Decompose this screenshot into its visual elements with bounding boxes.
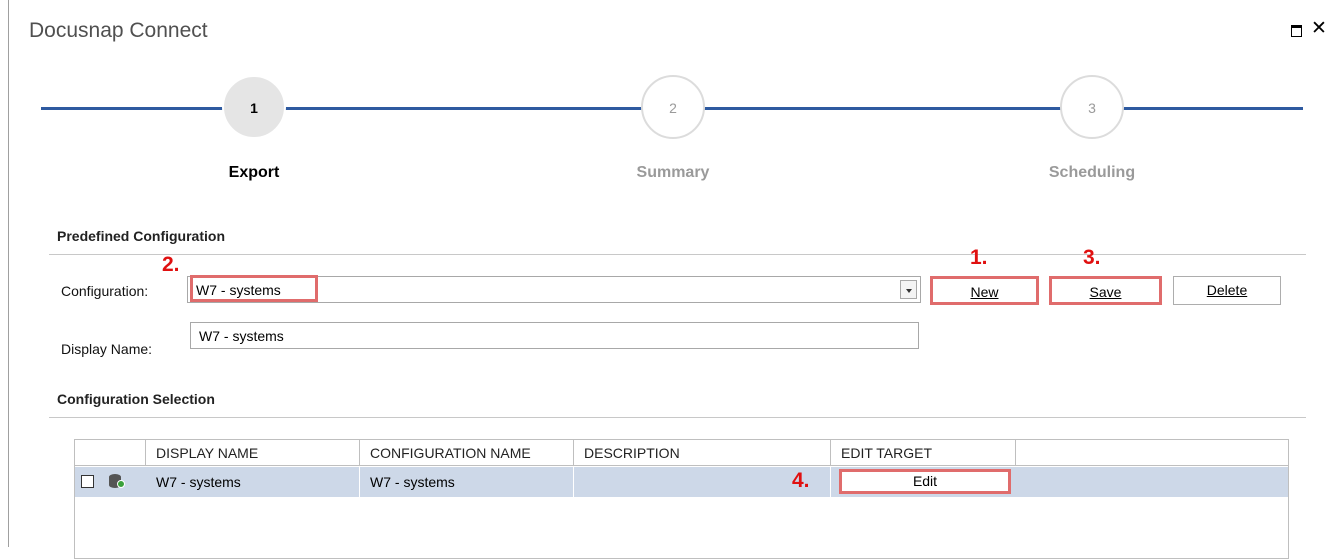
- display-name-label: Display Name:: [61, 341, 153, 357]
- column-header-edit-target[interactable]: EDIT TARGET: [831, 440, 1016, 466]
- row-checkbox[interactable]: [81, 475, 94, 488]
- predefined-configuration-heading: Predefined Configuration: [57, 228, 225, 244]
- save-button[interactable]: Save: [1049, 276, 1162, 305]
- step-3-label: Scheduling: [1048, 164, 1136, 181]
- column-header-configuration-name[interactable]: CONFIGURATION NAME: [360, 440, 574, 466]
- table-row[interactable]: W7 - systems W7 - systems Edit: [75, 467, 1288, 497]
- step-1-circle[interactable]: 1: [222, 75, 286, 139]
- new-button[interactable]: New: [930, 276, 1039, 305]
- column-header-filler: [1016, 440, 1288, 466]
- step-1-label: Export: [228, 164, 280, 181]
- step-2-circle[interactable]: 2: [641, 75, 705, 139]
- annotation-1: 1.: [970, 246, 988, 269]
- docusnap-connect-window: Docusnap Connect ✕ 1 2 3 Export Summary …: [8, 0, 1341, 559]
- column-header-display-name[interactable]: DISPLAY NAME: [146, 440, 360, 466]
- annotation-4: 4.: [792, 469, 810, 492]
- configuration-label: Configuration:: [61, 283, 149, 299]
- configuration-highlight: [190, 275, 318, 302]
- configuration-combobox[interactable]: W7 - systems: [187, 275, 921, 303]
- step-2-label: Summary: [636, 164, 710, 181]
- cell-configuration-name: W7 - systems: [360, 467, 574, 497]
- configuration-grid: DISPLAY NAME CONFIGURATION NAME DESCRIPT…: [74, 439, 1289, 559]
- chevron-down-icon[interactable]: [900, 280, 917, 299]
- annotation-3: 3.: [1083, 246, 1101, 269]
- annotation-2: 2.: [162, 253, 180, 276]
- section-divider: [49, 417, 1306, 418]
- section-divider: [49, 254, 1306, 255]
- delete-button[interactable]: Delete: [1173, 276, 1281, 305]
- display-name-field[interactable]: W7 - systems: [190, 322, 919, 349]
- window-title: Docusnap Connect: [29, 19, 208, 42]
- close-icon[interactable]: ✕: [1311, 19, 1327, 38]
- configuration-selection-heading: Configuration Selection: [57, 391, 215, 407]
- column-header-description[interactable]: DESCRIPTION: [574, 440, 831, 466]
- maximize-icon[interactable]: [1289, 22, 1305, 38]
- cell-display-name: W7 - systems: [146, 467, 360, 497]
- database-export-icon: [109, 474, 125, 488]
- edit-button[interactable]: Edit: [839, 469, 1011, 494]
- step-3-circle[interactable]: 3: [1060, 75, 1124, 139]
- column-header-select: [75, 440, 146, 466]
- display-name-value: W7 - systems: [199, 328, 284, 344]
